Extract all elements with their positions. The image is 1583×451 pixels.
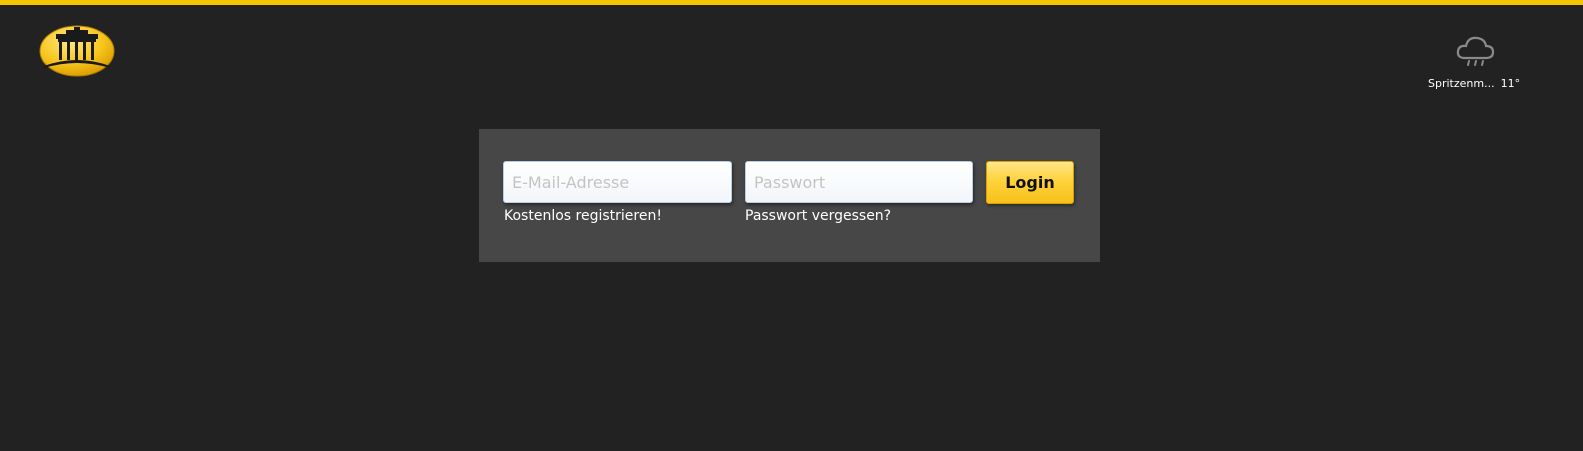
top-accent-bar [0,0,1583,5]
password-input[interactable] [745,161,973,203]
forgot-password-link[interactable]: Passwort vergessen? [745,208,891,224]
brandenburg-gate-logo-icon[interactable] [38,24,116,78]
rain-cloud-icon [1455,34,1495,70]
register-link[interactable]: Kostenlos registrieren! [504,208,662,224]
login-button[interactable]: Login [986,161,1074,204]
weather-location: Spritzenm... [1428,77,1495,90]
weather-temperature: 11° [1500,77,1521,90]
weather-summary: Spritzenm... 11° [1428,77,1538,90]
email-input[interactable] [503,161,732,203]
login-panel: Login Kostenlos registrieren! Passwort v… [479,129,1100,262]
logo-graphic [39,25,115,77]
weather-widget[interactable]: Spritzenm... 11° [1428,34,1538,94]
